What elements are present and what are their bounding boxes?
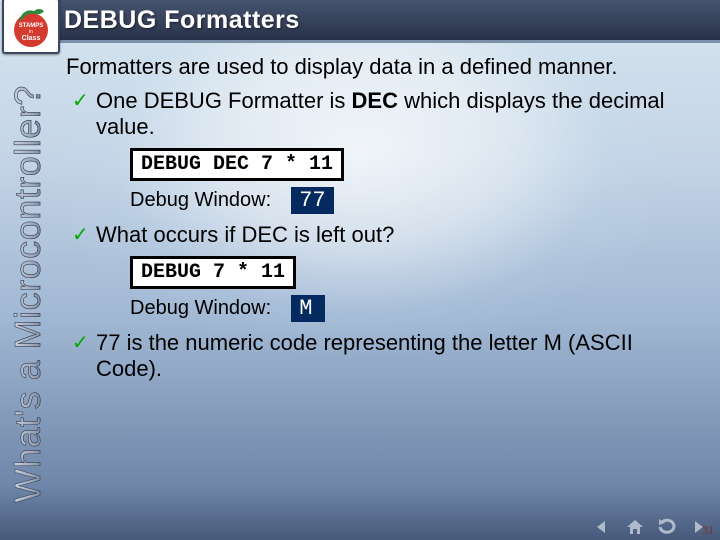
bullet-question: What occurs if DEC is left out? xyxy=(66,222,690,248)
loop-icon[interactable] xyxy=(656,518,678,536)
code-example-2: DEBUG 7 * 11 xyxy=(130,256,706,289)
debug-label-1: Debug Window: xyxy=(130,189,271,212)
bullet1-part-a: One DEBUG Formatter is xyxy=(96,88,352,113)
intro-text: Formatters are used to display data in a… xyxy=(66,54,690,80)
nav-controls xyxy=(592,518,710,536)
slide-title: DEBUG Formatters xyxy=(64,6,300,35)
debug-row-2: Debug Window: M xyxy=(130,295,706,322)
debug-row-1: Debug Window: 77 xyxy=(130,187,706,214)
home-icon[interactable] xyxy=(624,518,646,536)
page-number: 31 xyxy=(702,523,714,538)
bullet1-bold: DEC xyxy=(352,88,398,113)
slide-body: Formatters are used to display data in a… xyxy=(60,54,706,514)
debug-output-2: M xyxy=(291,295,325,322)
code-example-1: DEBUG DEC 7 * 11 xyxy=(130,148,706,181)
bullet-dec-formatter: One DEBUG Formatter is DEC which display… xyxy=(66,88,690,140)
stamps-logo: STAMPS in Class xyxy=(2,0,60,54)
prev-icon[interactable] xyxy=(592,518,614,536)
svg-text:Class: Class xyxy=(22,35,41,42)
code-box-2: DEBUG 7 * 11 xyxy=(130,256,296,289)
sidebar: What's a Microcontroller? xyxy=(4,54,52,534)
debug-output-1: 77 xyxy=(291,187,333,214)
bullet-explanation: 77 is the numeric code representing the … xyxy=(66,330,690,382)
sidebar-text: What's a Microcontroller? xyxy=(7,85,49,503)
code-box-1: DEBUG DEC 7 * 11 xyxy=(130,148,344,181)
debug-label-2: Debug Window: xyxy=(130,297,271,320)
title-bar: DEBUG Formatters xyxy=(54,0,720,43)
